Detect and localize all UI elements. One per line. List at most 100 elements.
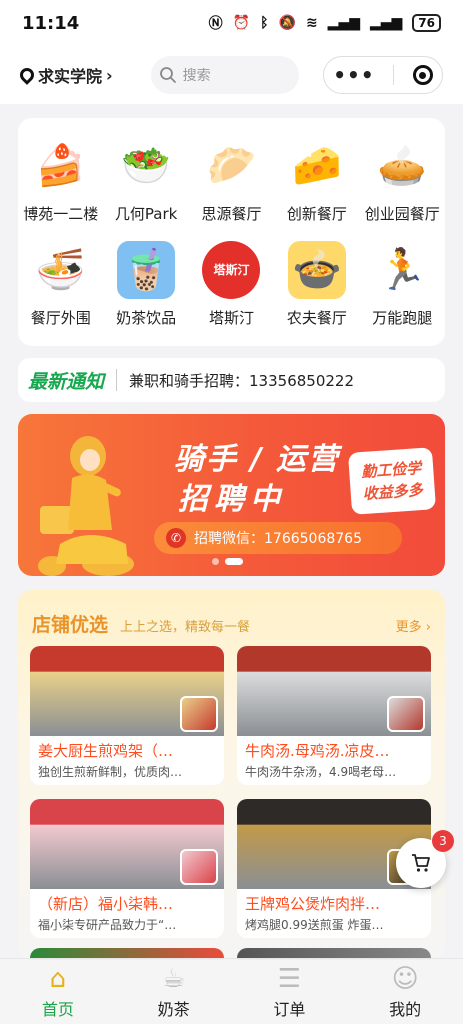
shop-grid: 姜大厨生煎鸡架（… 独创生煎新鲜制，优质肉… 牛肉汤.母鸡汤.凉皮… 牛肉汤牛杂汤，4… xyxy=(30,646,433,938)
tab-label: 订单 xyxy=(273,999,306,1019)
cart-count-badge: 3 xyxy=(432,830,454,852)
category-item[interactable]: 🥧 创业园餐厅 xyxy=(360,128,445,232)
search-icon xyxy=(159,67,176,83)
category-label: 创新餐厅 xyxy=(286,204,347,223)
category-label: 餐厅外围 xyxy=(30,308,91,327)
shop-card[interactable]: 牛肉汤.母鸡汤.凉皮… 牛肉汤牛杂汤，4.9喝老母… xyxy=(237,646,431,785)
banner-subheadline: 招聘中 xyxy=(178,482,286,517)
milk-tea-jar-icon: 🧋 xyxy=(117,240,176,299)
location-name: 求实学院 xyxy=(38,67,103,86)
category-label: 万能跑腿 xyxy=(372,308,433,327)
tab-home[interactable]: ⌂ 首页 xyxy=(0,959,116,1024)
shop-name: 姜大厨生煎鸡架（… xyxy=(38,742,174,760)
runner-icon: 🏃 xyxy=(373,240,432,299)
home-icon: ⌂ xyxy=(49,963,67,994)
tab-label: 我的 xyxy=(389,999,422,1019)
more-label: 更多 xyxy=(395,620,422,635)
banner-headline: 骑手 / 运营 xyxy=(174,442,340,477)
alarm-icon: ⏰ xyxy=(232,15,251,31)
shop-description: 独创生煎新鲜制，优质肉… xyxy=(38,765,183,779)
tab-order-list[interactable]: ☰ 订单 xyxy=(232,959,348,1024)
cart-button[interactable]: 3 xyxy=(396,830,454,888)
noodle-bowl-icon: 🍜 xyxy=(31,240,90,299)
status-time: 11:14 xyxy=(22,12,80,34)
category-item[interactable]: 🧀 创新餐厅 xyxy=(274,128,359,232)
shops-header: 店铺优选 上上之选，精致每一餐 更多 › xyxy=(18,590,445,637)
soup-pot-icon: 🍲 xyxy=(287,240,346,299)
shop-logo-thumb xyxy=(180,696,218,732)
category-label: 思源餐厅 xyxy=(201,204,262,223)
category-label: 奶茶饮品 xyxy=(116,308,177,327)
shop-description: 烤鸡腿0.99送煎蛋 炸蛋… xyxy=(245,918,384,932)
signal-icon-2: ▂▄▆ xyxy=(369,15,403,31)
signal-icon: ▂▄▆ xyxy=(327,15,360,31)
wechat-text: 招聘微信：17665068765 xyxy=(194,531,362,547)
shop-description: 福小柒专研产品致力于“… xyxy=(38,918,177,932)
status-icons: Ⓝ ⏰ ᛒ 🔕 ≋ ▂▄▆ ▂▄▆ 76 xyxy=(209,13,441,33)
category-label: 几何Park xyxy=(114,204,178,223)
nachos-icon: 🧀 xyxy=(287,136,346,195)
tab-label: 奶茶 xyxy=(157,999,190,1019)
nfc-icon: Ⓝ xyxy=(208,16,223,32)
category-label: 塔斯汀 xyxy=(208,308,254,327)
category-label: 创业园餐厅 xyxy=(364,204,440,223)
user-icon: ☺ xyxy=(391,963,419,994)
shop-photo xyxy=(30,646,224,736)
tab-user[interactable]: ☺ 我的 xyxy=(347,959,463,1024)
category-item[interactable]: 🍜 餐厅外围 xyxy=(18,232,103,336)
search-placeholder: 搜索 xyxy=(182,68,211,84)
category-label: 农夫餐厅 xyxy=(286,308,347,327)
cart-icon xyxy=(412,854,430,872)
shop-photo xyxy=(237,646,431,736)
notice-title: 最新通知 xyxy=(28,370,105,393)
category-grid: 🍰 博苑一二楼 🥗 几何Park 🥟 思源餐厅 🧀 创新餐厅 🥧 创业园餐厅 🍜 餐厅外围 🧋 奶茶饮品 塔… xyxy=(18,118,445,346)
category-item[interactable]: 🥟 思源餐厅 xyxy=(189,128,274,232)
tastien-logo-icon: 塔斯汀 xyxy=(202,240,261,299)
carousel-dot[interactable] xyxy=(212,558,219,565)
shop-logo-thumb xyxy=(387,696,425,732)
capsule-divider xyxy=(393,65,395,85)
shops-more-link[interactable]: 更多 › xyxy=(396,616,431,635)
location-selector[interactable]: 求实学院 › xyxy=(17,63,113,87)
tab-label: 首页 xyxy=(41,999,74,1019)
recruit-banner[interactable]: 骑手 / 运营 招聘中 勤工俭学 收益多多 ✆ 招聘微信：17665068765 xyxy=(18,414,445,576)
category-item[interactable]: 🧋 奶茶饮品 xyxy=(103,232,188,336)
shops-subtitle: 上上之选，精致每一餐 xyxy=(120,620,251,635)
close-miniprogram-icon[interactable] xyxy=(412,65,433,85)
notice-bar[interactable]: 最新通知 兼职和骑手招聘：13356850222 xyxy=(18,358,445,402)
milk-tea-icon: ☕ xyxy=(161,963,186,994)
search-bar[interactable]: 搜索 xyxy=(150,56,299,94)
location-pin-icon xyxy=(17,65,37,85)
bottom-tab-bar: ⌂ 首页 ☕ 奶茶 ☰ 订单 ☺ 我的 xyxy=(0,958,463,1024)
phone-icon: ✆ xyxy=(166,528,186,548)
shops-title: 店铺优选 xyxy=(32,614,109,636)
chevron-right-icon: › xyxy=(106,65,113,85)
more-menu-icon[interactable]: ••• xyxy=(333,63,374,87)
shop-name: （新店）福小柒韩… xyxy=(38,895,174,913)
category-item[interactable]: 🍲 农夫餐厅 xyxy=(274,232,359,336)
category-item[interactable]: 🏃 万能跑腿 xyxy=(360,232,445,336)
bell-off-icon: 🔕 xyxy=(278,15,296,31)
shop-description: 牛肉汤牛杂汤，4.9喝老母… xyxy=(245,765,397,779)
chevron-right-icon: › xyxy=(425,620,431,635)
carousel-dot-active[interactable] xyxy=(225,558,243,565)
carousel-indicator xyxy=(212,558,243,565)
status-bar: 11:14 Ⓝ ⏰ ᛒ 🔕 ≋ ▂▄▆ ▂▄▆ 76 xyxy=(0,0,463,46)
order-list-icon: ☰ xyxy=(277,963,302,994)
category-item[interactable]: 塔斯汀 塔斯汀 xyxy=(189,232,274,336)
battery-icon: 76 xyxy=(412,14,441,32)
wechat-pill: ✆ 招聘微信：17665068765 xyxy=(154,522,402,554)
shop-name: 王牌鸡公煲炸肉拌… xyxy=(245,895,381,913)
shop-card[interactable]: （新店）福小柒韩… 福小柒专研产品致力于“… xyxy=(30,799,224,938)
tab-milk-tea[interactable]: ☕ 奶茶 xyxy=(116,959,232,1024)
notice-divider xyxy=(116,369,118,391)
notice-text: 兼职和骑手招聘：13356850222 xyxy=(129,371,354,390)
cake-icon: 🍰 xyxy=(31,136,90,195)
rider-illustration xyxy=(38,436,134,576)
category-item[interactable]: 🍰 博苑一二楼 xyxy=(18,128,103,232)
category-item[interactable]: 🥗 几何Park xyxy=(103,128,188,232)
bluetooth-icon: ᛒ xyxy=(260,15,269,31)
badge-line-2: 收益多多 xyxy=(362,480,424,504)
banner-badge: 勤工俭学 收益多多 xyxy=(347,447,437,515)
shop-card[interactable]: 姜大厨生煎鸡架（… 独创生煎新鲜制，优质肉… xyxy=(30,646,224,785)
